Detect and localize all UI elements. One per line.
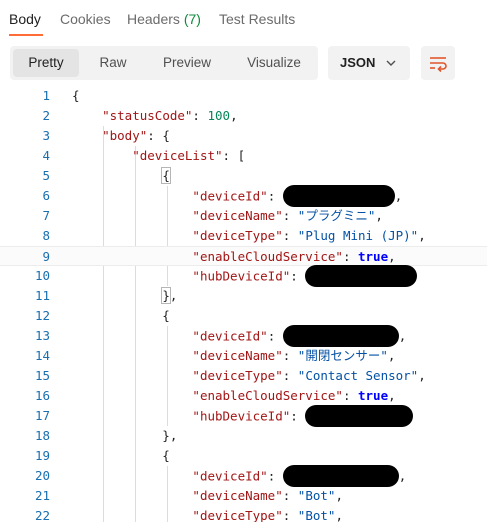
redacted-value (305, 265, 418, 287)
active-tab-indicator (9, 34, 43, 36)
code-line: 12 { (34, 308, 170, 323)
redacted-value (282, 185, 395, 207)
code-line: 13 "deviceId": , (0, 325, 487, 347)
code-line: 10 "hubDeviceId": (0, 265, 487, 287)
code-line: 17 "hubDeviceId": (0, 405, 487, 427)
redacted-value (282, 465, 399, 487)
headers-count: (7) (183, 11, 201, 27)
code-line: 20 "deviceId": , (0, 465, 487, 487)
code-line: 6 "deviceId": , (0, 185, 487, 207)
code-line: 1{ (42, 88, 80, 103)
tab-cookies[interactable]: Cookies (60, 11, 111, 27)
code-line: 15 "deviceType": "Contact Sensor", (34, 368, 426, 383)
code-line: 9 "enableCloudService": true, (0, 246, 487, 266)
code-line: 14 "deviceName": "開閉センサー", (34, 348, 396, 363)
redacted-value (305, 405, 414, 427)
tab-body[interactable]: Body (9, 11, 41, 27)
code-line: 16 "enableCloudService": true, (34, 388, 396, 403)
view-mode-selector: Pretty Raw Preview Visualize (10, 46, 318, 80)
response-tabs: Body Cookies Headers (7) Test Results (0, 0, 487, 40)
code-line: 2 "statusCode": 100, (42, 108, 238, 123)
json-editor[interactable]: 1{ 2 "statusCode": 100, 3 "body": { 4 "d… (0, 86, 487, 522)
code-line: 3 "body": { (42, 128, 170, 143)
code-line: 5 { (42, 167, 171, 184)
code-line: 21 "deviceName": "Bot", (34, 488, 343, 503)
code-line: 8 "deviceType": "Plug Mini (JP)", (42, 228, 426, 243)
response-toolbar: Pretty Raw Preview Visualize JSON (0, 46, 487, 84)
wrap-lines-button[interactable] (421, 46, 455, 80)
wrap-lines-icon (430, 57, 447, 73)
code-line: 18 }, (34, 428, 178, 443)
redacted-value (282, 325, 399, 347)
format-label: JSON (340, 55, 376, 70)
code-line: 4 "deviceList": [ (42, 148, 246, 163)
code-line: 19 { (34, 448, 170, 463)
chevron-down-icon (386, 60, 396, 66)
code-line: 22 "deviceType": "Bot", (34, 508, 343, 522)
visualize-button[interactable]: Visualize (232, 49, 316, 77)
code-line: 11 }, (34, 287, 178, 304)
tab-headers[interactable]: Headers (7) (127, 11, 201, 27)
preview-button[interactable]: Preview (147, 49, 227, 77)
tab-test-results[interactable]: Test Results (219, 11, 295, 27)
raw-button[interactable]: Raw (84, 49, 142, 77)
code-line: 7 "deviceName": "プラグミニ", (42, 208, 383, 223)
pretty-button[interactable]: Pretty (13, 49, 79, 77)
tab-headers-label: Headers (127, 11, 180, 27)
format-dropdown[interactable]: JSON (328, 46, 410, 80)
